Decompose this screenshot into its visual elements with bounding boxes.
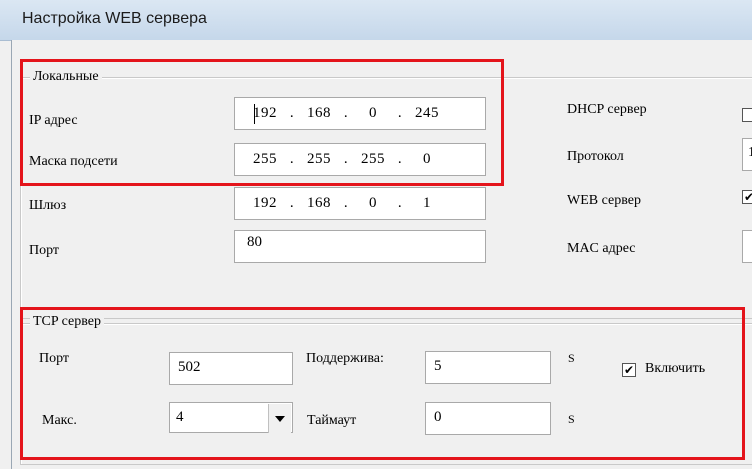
- window-titlebar: Настройка WEB сервера: [0, 0, 752, 41]
- highlight-tcp-box: [20, 307, 745, 460]
- gateway-octet-1[interactable]: 192: [243, 195, 287, 212]
- mac-address-field[interactable]: [742, 230, 752, 263]
- gateway-octet-4[interactable]: 1: [405, 195, 449, 212]
- dhcp-label: DHCP сервер: [567, 102, 647, 117]
- gateway-octet-3[interactable]: 0: [351, 195, 395, 212]
- protocol-label: Протокол: [567, 149, 624, 164]
- gateway-label: Шлюз: [29, 198, 67, 213]
- window-title: Настройка WEB сервера: [22, 10, 207, 27]
- port-label: Порт: [29, 243, 60, 258]
- gateway-octet-2[interactable]: 168: [297, 195, 341, 212]
- gateway-field[interactable]: 192. 168. 0. 1: [234, 187, 486, 220]
- web-server-checkbox[interactable]: ✔: [742, 190, 752, 204]
- protocol-select[interactable]: 1: [742, 138, 752, 171]
- dhcp-checkbox[interactable]: [742, 108, 752, 122]
- web-label: WEB сервер: [567, 193, 641, 208]
- port-field[interactable]: 80: [234, 230, 486, 263]
- gateway-dot: .: [397, 195, 403, 211]
- gateway-dot: .: [343, 195, 349, 211]
- protocol-value: 1: [748, 145, 752, 160]
- highlight-local-box: [20, 59, 504, 186]
- mac-label: MAC адрес: [567, 241, 636, 256]
- gateway-dot: .: [289, 195, 295, 211]
